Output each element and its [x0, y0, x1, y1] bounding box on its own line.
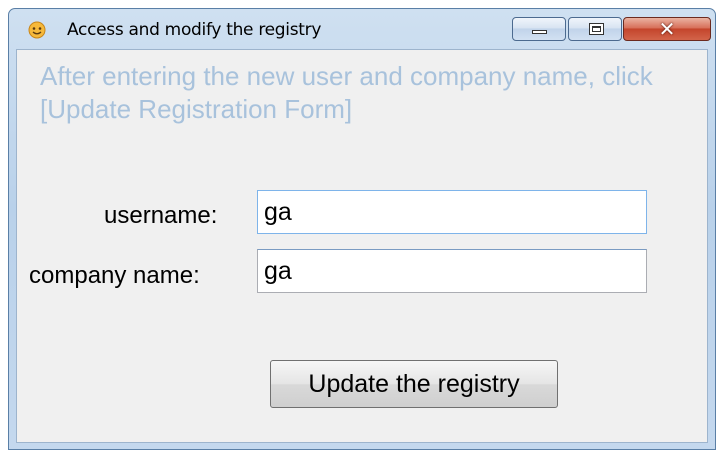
title-bar[interactable]: Access and modify the registry ✕ — [9, 9, 715, 49]
app-smiley-icon — [27, 19, 47, 39]
instruction-text: After entering the new user and company … — [40, 61, 653, 124]
app-window: Access and modify the registry ✕ After e… — [8, 8, 716, 450]
username-input[interactable] — [257, 190, 647, 234]
minimize-button[interactable] — [512, 17, 566, 41]
company-name-input[interactable] — [257, 249, 647, 293]
maximize-icon — [589, 23, 604, 35]
username-label: username: — [104, 202, 218, 229]
close-button[interactable]: ✕ — [623, 17, 711, 41]
dialog-client-area: After entering the new user and company … — [16, 49, 708, 443]
maximize-button[interactable] — [568, 17, 622, 41]
minimize-icon — [532, 30, 547, 34]
close-icon: ✕ — [658, 17, 676, 41]
company-name-label: company name: — [29, 262, 200, 289]
update-registry-button[interactable]: Update the registry — [270, 360, 558, 408]
window-title: Access and modify the registry — [67, 20, 322, 40]
